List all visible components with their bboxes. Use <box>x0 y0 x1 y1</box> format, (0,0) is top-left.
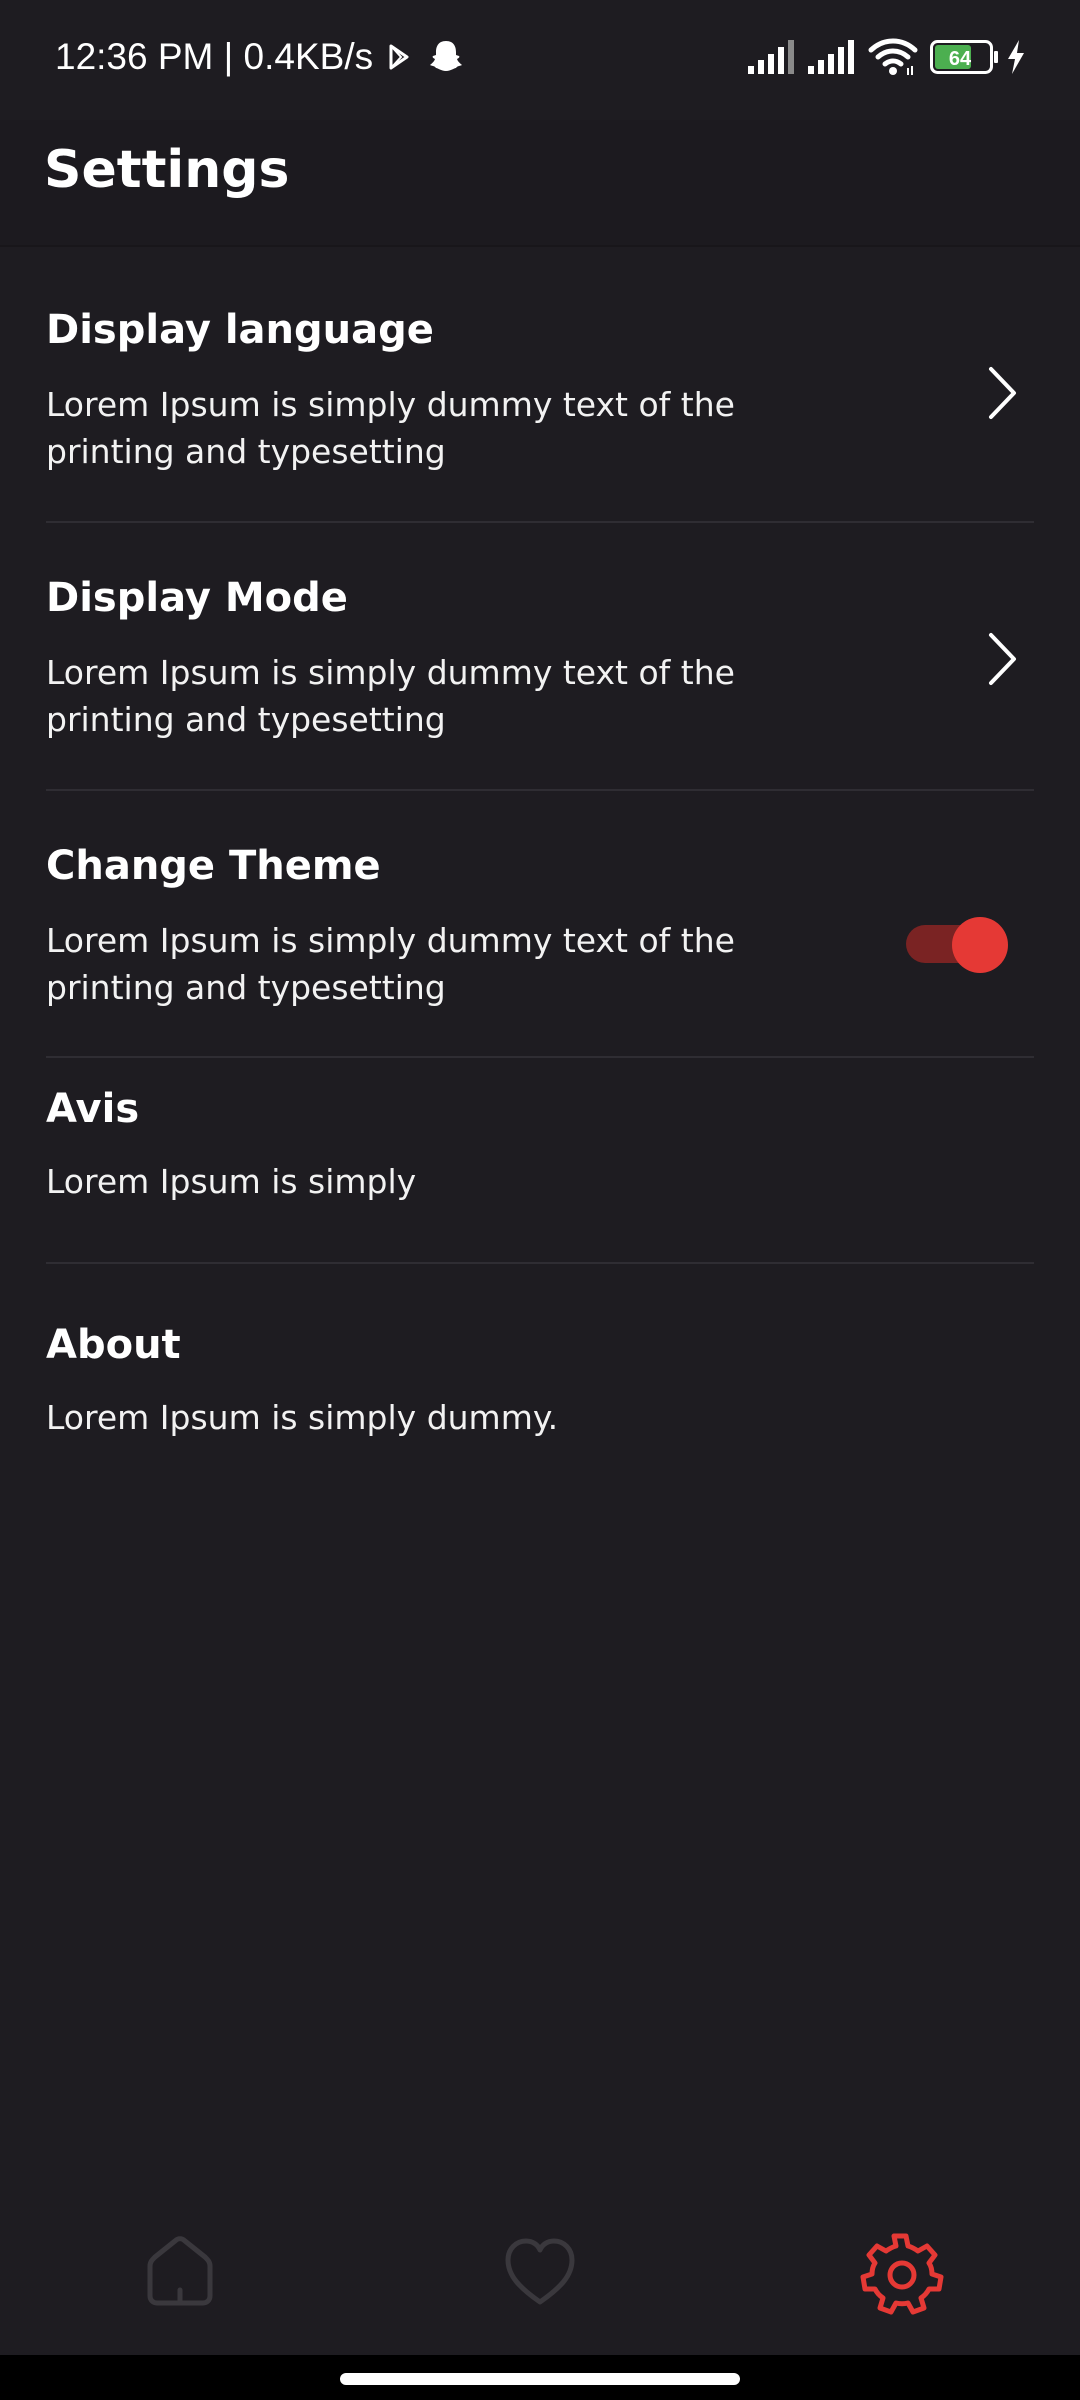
play-store-icon <box>389 44 409 70</box>
setting-title: Display language <box>46 307 434 353</box>
setting-about[interactable]: About Lorem Ipsum is simply dummy. <box>0 1264 1080 1464</box>
setting-display-language[interactable]: Display language Lorem Ipsum is simply d… <box>0 247 1080 522</box>
setting-title: Avis <box>46 1086 140 1132</box>
toggle-thumb <box>952 917 1008 973</box>
bottom-nav <box>0 2200 1080 2355</box>
setting-avis[interactable]: Avis Lorem Ipsum is simply <box>0 1058 1080 1262</box>
theme-toggle[interactable] <box>904 915 1008 973</box>
setting-description: Lorem Ipsum is simply <box>46 1162 417 1201</box>
snapchat-icon <box>430 41 462 71</box>
app-header: Settings <box>0 120 1080 247</box>
setting-change-theme[interactable]: Change Theme Lorem Ipsum is simply dummy… <box>0 791 1080 1056</box>
wifi-icon <box>868 38 918 75</box>
home-icon[interactable] <box>130 2220 230 2320</box>
status-bar: 12:36 PM | 0.4KB/s 64 <box>0 0 1080 120</box>
gear-icon[interactable] <box>850 2220 950 2320</box>
setting-title: Display Mode <box>46 575 348 621</box>
chevron-right-icon[interactable] <box>982 629 1022 689</box>
signal-icon <box>808 40 854 74</box>
setting-description: Lorem Ipsum is simply dummy text of the … <box>46 385 735 471</box>
setting-description: Lorem Ipsum is simply dummy text of the … <box>46 653 735 739</box>
charging-icon <box>1008 40 1024 74</box>
gesture-area <box>0 2355 1080 2400</box>
setting-description: Lorem Ipsum is simply dummy text of the … <box>46 921 735 1007</box>
battery-level: 64 <box>949 48 972 70</box>
heart-icon[interactable] <box>490 2220 590 2320</box>
setting-description: Lorem Ipsum is simply dummy. <box>46 1398 559 1437</box>
chevron-right-icon[interactable] <box>982 363 1022 423</box>
setting-display-mode[interactable]: Display Mode Lorem Ipsum is simply dummy… <box>0 523 1080 790</box>
setting-title: About <box>46 1322 181 1368</box>
setting-title: Change Theme <box>46 843 381 889</box>
signal-icon <box>748 40 794 74</box>
battery-icon: 64 <box>930 40 998 74</box>
page-title: Settings <box>44 140 290 200</box>
status-time: 12:36 PM | 0.4KB/s <box>55 36 374 77</box>
gesture-bar[interactable] <box>340 2373 740 2385</box>
